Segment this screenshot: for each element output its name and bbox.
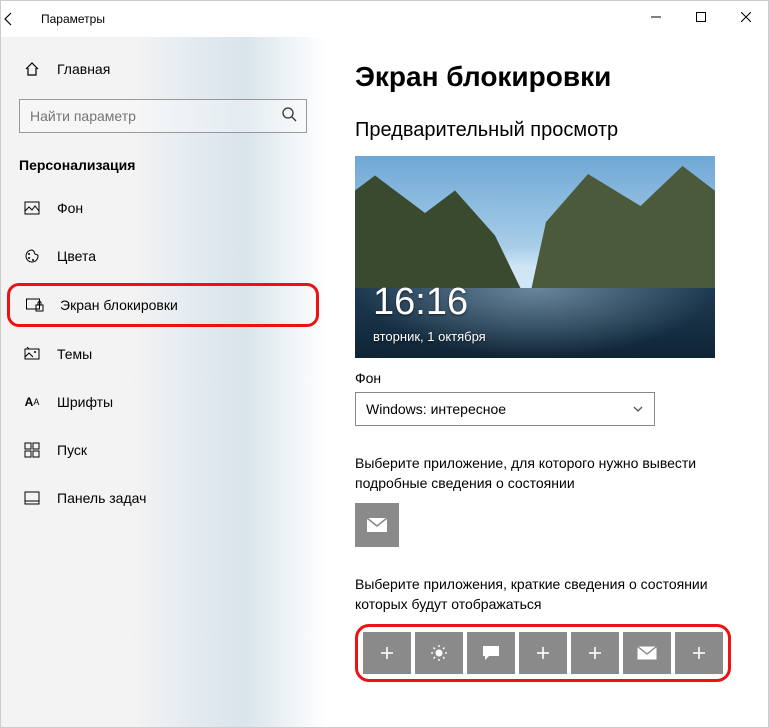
- image-icon: [23, 199, 41, 217]
- palette-icon: [23, 247, 41, 265]
- titlebar: Параметры: [1, 1, 768, 37]
- preview-heading: Предварительный просмотр: [355, 119, 750, 142]
- nav-start[interactable]: Пуск: [1, 429, 325, 471]
- nav-taskbar[interactable]: Панель задач: [1, 477, 325, 519]
- home-icon: [23, 60, 41, 78]
- plus-icon: [691, 645, 707, 661]
- nav-label: Цвета: [57, 248, 96, 264]
- fonts-icon: AA: [23, 393, 41, 411]
- nav-fonts[interactable]: AA Шрифты: [1, 381, 325, 423]
- nav-label: Панель задач: [57, 490, 146, 506]
- lockscreen-preview: 16:16 вторник, 1 октября: [355, 156, 715, 358]
- background-label: Фон: [355, 370, 750, 386]
- nav-label: Шрифты: [57, 394, 113, 410]
- nav-label: Экран блокировки: [60, 297, 178, 313]
- dropdown-value: Windows: интересное: [366, 401, 506, 417]
- weather-icon: [430, 644, 448, 662]
- quick-app-slot-6[interactable]: [623, 632, 671, 674]
- minimize-button[interactable]: [633, 1, 678, 33]
- preview-clock: 16:16: [373, 281, 468, 324]
- plus-icon: [587, 645, 603, 661]
- quick-app-slot-2[interactable]: [415, 632, 463, 674]
- nav-background[interactable]: Фон: [1, 187, 325, 229]
- detailed-status-desc: Выберите приложение, для которого нужно …: [355, 454, 735, 493]
- nav-label: Темы: [57, 346, 92, 362]
- chevron-down-icon: [632, 403, 644, 415]
- detailed-status-app-tile[interactable]: [355, 503, 399, 547]
- themes-icon: [23, 345, 41, 363]
- chat-icon: [482, 645, 500, 661]
- quick-status-highlight: [355, 624, 731, 682]
- lockscreen-icon: [26, 296, 44, 314]
- quick-app-slot-1[interactable]: [363, 632, 411, 674]
- search-container: [19, 99, 307, 133]
- quick-app-slot-7[interactable]: [675, 632, 723, 674]
- mail-icon: [366, 517, 388, 533]
- quick-app-slot-3[interactable]: [467, 632, 515, 674]
- search-input[interactable]: [19, 99, 307, 133]
- start-icon: [23, 441, 41, 459]
- nav-label: Фон: [57, 200, 83, 216]
- close-button[interactable]: [723, 1, 768, 33]
- nav-themes[interactable]: Темы: [1, 333, 325, 375]
- mail-icon: [637, 646, 657, 660]
- quick-status-desc: Выберите приложения, краткие сведения о …: [355, 575, 735, 614]
- maximize-button[interactable]: [678, 1, 723, 33]
- window-title: Параметры: [41, 12, 105, 26]
- plus-icon: [379, 645, 395, 661]
- taskbar-icon: [23, 489, 41, 507]
- section-header: Персонализация: [1, 151, 325, 187]
- nav-colors[interactable]: Цвета: [1, 235, 325, 277]
- home-nav[interactable]: Главная: [1, 49, 325, 89]
- quick-app-slot-5[interactable]: [571, 632, 619, 674]
- settings-window: Параметры Главная Персонализация: [0, 0, 769, 728]
- nav-label: Пуск: [57, 442, 87, 458]
- page-heading: Экран блокировки: [355, 61, 750, 93]
- background-dropdown[interactable]: Windows: интересное: [355, 392, 655, 426]
- back-button[interactable]: [1, 11, 41, 27]
- sidebar: Главная Персонализация Фон Цвета: [1, 37, 325, 727]
- search-icon: [281, 106, 297, 122]
- quick-app-slot-4[interactable]: [519, 632, 567, 674]
- plus-icon: [535, 645, 551, 661]
- home-label: Главная: [57, 61, 110, 77]
- nav-lockscreen[interactable]: Экран блокировки: [7, 283, 319, 327]
- preview-date: вторник, 1 октября: [373, 329, 486, 344]
- main-panel: Экран блокировки Предварительный просмот…: [325, 37, 768, 727]
